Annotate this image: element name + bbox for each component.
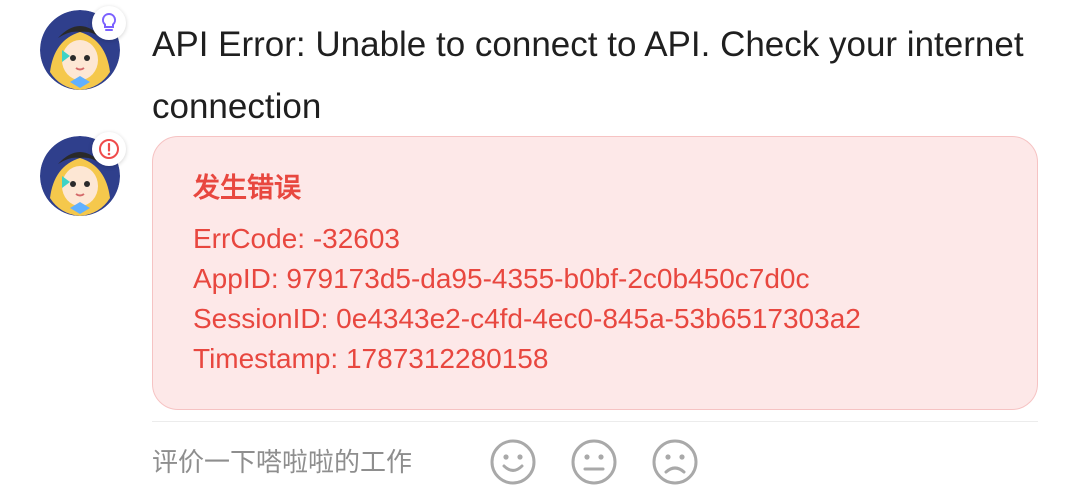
feedback-label: 评价一下嗒啦啦的工作 [152, 447, 413, 477]
assistant-avatar [40, 6, 126, 90]
divider [152, 421, 1038, 422]
message-status-badge [92, 6, 126, 40]
neutral-face-icon [571, 439, 617, 485]
error-title: 发生错误 [193, 173, 301, 203]
assistant-avatar [40, 132, 126, 216]
smile-face-icon [490, 439, 536, 485]
error-status-badge [92, 132, 126, 166]
rate-neutral-button[interactable] [570, 438, 618, 486]
rate-good-button[interactable] [489, 438, 537, 486]
error-card: 发生错误 ErrCode: -32603 AppID: 979173d5-da9… [152, 136, 1038, 410]
assistant-message-text: API Error: Unable to connect to API. Che… [152, 25, 1024, 126]
sad-face-icon [652, 439, 698, 485]
chat-thread: API Error: Unable to connect to API. Che… [0, 0, 1080, 488]
error-timestamp: Timestamp: 1787312280158 [193, 343, 549, 374]
rate-bad-button[interactable] [651, 438, 699, 486]
alert-circle-icon [99, 139, 119, 159]
error-app-id: AppID: 979173d5-da95-4355-b0bf-2c0b450c7… [193, 263, 810, 294]
error-session-id: SessionID: 0e4343e2-c4fd-4ec0-845a-53b65… [193, 303, 861, 334]
error-code: ErrCode: -32603 [193, 223, 401, 254]
lightbulb-icon [101, 12, 117, 31]
